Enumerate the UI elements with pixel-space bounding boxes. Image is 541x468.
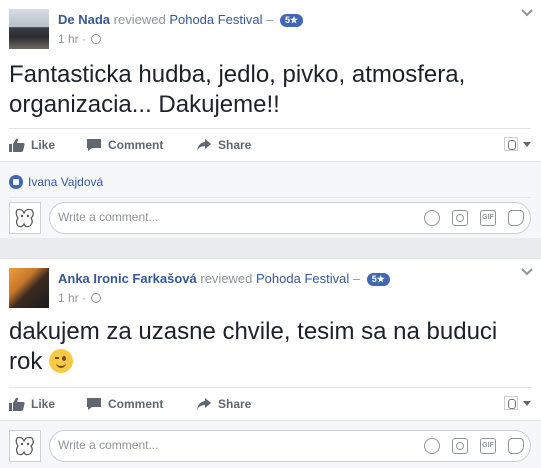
comment-icon [87, 397, 101, 410]
post-actions: Like Comment Share [9, 128, 531, 160]
like-button[interactable]: Like [9, 129, 55, 160]
feed-gap [0, 238, 541, 258]
emoji-icon[interactable] [424, 438, 440, 454]
review-verb: reviewed [200, 271, 253, 286]
liker-name[interactable]: Ivana Vajdová [28, 175, 103, 189]
camera-icon[interactable] [452, 438, 468, 454]
comment-composer: GIF [9, 202, 531, 234]
comment-input[interactable] [58, 438, 358, 452]
comment-label: Comment [108, 396, 164, 411]
like-label: Like [31, 396, 56, 411]
post-timestamp[interactable]: 1 hr [58, 291, 79, 305]
post-text-content: dakujem za uzasne chvile, tesim sa na bu… [9, 318, 498, 375]
my-avatar[interactable] [9, 202, 41, 234]
post-header: Anka Ironic Farkašová reviewed Pohoda Fe… [9, 268, 541, 308]
news-feed: De Nada reviewed Pohoda Festival – 5★ 1 … [0, 0, 541, 468]
rating-badge: 5★ [366, 273, 390, 286]
like-badge-icon [9, 175, 23, 189]
comment-label: Comment [108, 137, 164, 152]
author-name-link[interactable]: Anka Ironic Farkašová [58, 271, 197, 286]
divider [9, 197, 531, 198]
author-avatar[interactable] [9, 9, 49, 49]
share-label: Share [218, 396, 252, 411]
feedback-area: GIF [0, 420, 541, 468]
review-post: De Nada reviewed Pohoda Festival – 5★ 1 … [0, 0, 541, 238]
chevron-down-icon [523, 141, 531, 147]
composer-icons: GIF [424, 438, 524, 454]
likes-summary[interactable]: Ivana Vajdová [9, 174, 103, 190]
winking-face-icon [49, 349, 74, 373]
page-name-link[interactable]: Pohoda Festival [169, 12, 262, 27]
gif-icon[interactable]: GIF [480, 210, 496, 226]
review-verb: reviewed [113, 12, 166, 27]
share-icon [197, 397, 211, 410]
meta-separator: · [82, 32, 87, 46]
comment-input-box[interactable]: GIF [49, 202, 531, 234]
like-icon [9, 138, 25, 152]
comment-icon [87, 138, 101, 151]
chevron-down-icon [523, 400, 531, 406]
profile-avatar-small [504, 137, 518, 151]
post-header: De Nada reviewed Pohoda Festival – 5★ 1 … [9, 9, 541, 49]
sticker-icon[interactable] [508, 438, 524, 454]
comment-composer: GIF [9, 430, 531, 462]
globe-icon[interactable] [91, 293, 102, 303]
comment-input-box[interactable]: GIF [49, 430, 531, 462]
comment-button[interactable]: Comment [86, 129, 163, 160]
emoji-icon[interactable] [424, 210, 440, 226]
post-text: dakujem za uzasne chvile, tesim sa na bu… [9, 317, 531, 377]
review-post: Anka Ironic Farkašová reviewed Pohoda Fe… [0, 258, 541, 468]
title-dash: – [352, 271, 361, 286]
post-as-selector[interactable] [504, 396, 531, 410]
profile-avatar-small [504, 396, 518, 410]
meta-separator: · [82, 291, 87, 305]
post-text: Fantasticka hudba, jedlo, pivko, atmosfe… [9, 61, 466, 118]
author-name-link[interactable]: De Nada [58, 12, 110, 27]
post-as-selector[interactable] [504, 137, 531, 151]
post-actions: Like Comment Share [9, 387, 531, 419]
post-title-line: Anka Ironic Farkašová reviewed Pohoda Fe… [58, 271, 390, 286]
post-meta: 1 hr · [58, 32, 102, 46]
post-title-line: De Nada reviewed Pohoda Festival – 5★ [58, 12, 304, 27]
like-button[interactable]: Like [9, 388, 55, 419]
gif-icon[interactable]: GIF [480, 438, 496, 454]
share-icon [197, 138, 211, 151]
rating-badge: 5★ [280, 14, 304, 27]
comment-button[interactable]: Comment [86, 388, 163, 419]
post-timestamp[interactable]: 1 hr [58, 32, 79, 46]
chevron-down-icon[interactable] [521, 9, 533, 17]
feedback-area: Ivana Vajdová GIF [0, 161, 541, 238]
post-meta: 1 hr · [58, 291, 102, 305]
like-label: Like [31, 137, 56, 152]
title-dash: – [266, 12, 274, 27]
globe-icon[interactable] [91, 34, 102, 44]
page-name-link[interactable]: Pohoda Festival [256, 271, 349, 286]
sticker-icon[interactable] [508, 210, 524, 226]
share-button[interactable]: Share [196, 388, 251, 419]
share-button[interactable]: Share [196, 129, 251, 160]
comment-input[interactable] [58, 210, 358, 224]
share-label: Share [218, 137, 252, 152]
chevron-down-icon[interactable] [521, 268, 533, 276]
my-avatar[interactable] [9, 430, 41, 462]
author-avatar[interactable] [9, 268, 49, 308]
camera-icon[interactable] [452, 210, 468, 226]
composer-icons: GIF [424, 210, 524, 226]
like-icon [9, 397, 25, 411]
